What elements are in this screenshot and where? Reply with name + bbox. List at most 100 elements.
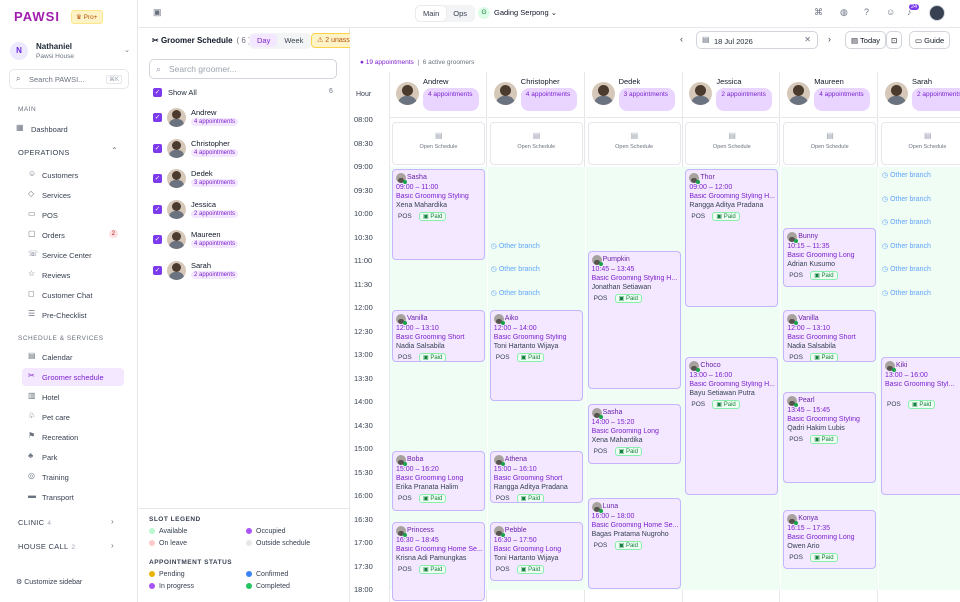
sidebar-item-hotel[interactable]: ▥ Hotel [22, 388, 124, 406]
groomer-column-header[interactable]: Christopher 4 appointments [487, 72, 585, 118]
sidebar-item-calendar[interactable]: ▤ Calendar [22, 348, 124, 366]
section-operations[interactable]: OPERATIONS [18, 148, 70, 157]
open-schedule-slot[interactable]: ▤ Open Schedule [392, 122, 485, 165]
branch-selector[interactable]: G Gading Serpong ⌄ [478, 7, 557, 19]
open-schedule-slot[interactable]: ▤ Open Schedule [587, 122, 681, 165]
sidebar-item-reviews[interactable]: ☆ Reviews [22, 266, 124, 284]
paid-badge: ▣ Paid [712, 212, 740, 221]
groomer-search-input[interactable]: ⌕ Search groomer... [149, 59, 337, 79]
chevron-up-icon[interactable]: ⌃ [111, 146, 118, 155]
sidebar-item-training[interactable]: ◎ Training [22, 468, 124, 486]
groomer-checkbox[interactable]: ✓ [153, 235, 162, 245]
help-icon[interactable]: ? [864, 7, 869, 17]
appointment-card[interactable]: Athena 15:00 – 16:10 Basic Grooming Short R… [489, 451, 583, 503]
sidebar-toggle-icon[interactable]: ▣ [153, 7, 162, 18]
section-house-call[interactable]: HOUSE CALL 2 [18, 542, 75, 551]
view-day[interactable]: Day [250, 34, 278, 47]
date-picker[interactable]: ▤ 18 Jul 2026 ✕ [696, 31, 818, 49]
sidebar-item-customers[interactable]: ☺ Customers [22, 166, 124, 184]
sidebar-item-dashboard[interactable]: ▦ Dashboard [10, 120, 124, 138]
appointment-card[interactable]: Konya 16:15 – 17:35 Basic Grooming Long Owe… [783, 509, 877, 570]
appointment-time: 10:45 – 13:45 [591, 266, 635, 274]
appointment-card[interactable]: Princess 16:30 – 18:45 Basic Grooming Home… [392, 521, 485, 601]
close-icon[interactable]: ✕ [804, 35, 811, 44]
appointment-card[interactable]: Boba 15:00 – 16:20 Basic Grooming Long Erik… [392, 451, 485, 511]
other-branch-label: Other branch [498, 242, 540, 250]
sidebar-item-pos[interactable]: ▭ POS [22, 206, 124, 224]
appointment-card[interactable]: Pumpkin 10:45 – 13:45 Basic Grooming Styli… [587, 251, 681, 390]
globe-icon[interactable]: ◍ [840, 7, 848, 18]
sidebar-search[interactable]: ⌕ Search PAWSI... ⌘K [9, 69, 129, 89]
screen-icon[interactable]: ⊡ [886, 31, 903, 49]
pawsi-logo[interactable]: PAWSI [14, 9, 60, 24]
appointment-card[interactable]: Vanilla 12:00 – 13:10 Basic Grooming Short… [392, 310, 485, 362]
sidebar-item-pet-care[interactable]: ♧ Pet care [22, 408, 124, 426]
open-schedule-label: Open Schedule [517, 144, 556, 150]
service-name: Basic Grooming Long [396, 475, 464, 482]
groomer-row[interactable]: ✓ Maureen 4 appointments [153, 229, 338, 251]
groomer-row[interactable]: ✓ Dedek 3 appointments [153, 168, 338, 190]
sidebar-item-services[interactable]: ◇ Services [22, 186, 124, 204]
groomer-row[interactable]: ✓ Jessica 2 appointments [153, 199, 338, 221]
groomer-column-header[interactable]: Dedek 3 appointments [585, 72, 683, 118]
section-clinic[interactable]: CLINIC 4 [18, 518, 51, 527]
groomer-row[interactable]: ✓ Sarah 2 appointments [153, 260, 338, 282]
open-schedule-slot[interactable]: ▤ Open Schedule [489, 122, 583, 165]
tab-main[interactable]: Main [416, 6, 447, 21]
profile-avatar[interactable] [929, 5, 945, 21]
users-icon[interactable]: ☺ [886, 7, 895, 17]
groomer-checkbox[interactable]: ✓ [153, 113, 162, 122]
chevron-right-icon[interactable]: › [111, 517, 114, 526]
appointment-card[interactable]: Sasha 09:00 – 11:00 Basic Grooming Styling… [392, 169, 485, 260]
groomer-column-header[interactable]: Sarah 2 appointments [879, 72, 960, 118]
sidebar-item-pre-checklist[interactable]: ☰ Pre-Checklist [22, 306, 124, 324]
groomer-checkbox[interactable]: ✓ [153, 174, 162, 184]
sidebar-item-orders[interactable]: ▢ Orders 2 [22, 226, 124, 244]
guide-button[interactable]: ▭ Guide [909, 31, 951, 49]
clock-icon: ◷ [882, 266, 891, 273]
chevron-right-icon[interactable]: › [111, 541, 114, 550]
groomer-column-header[interactable]: Andrew 4 appointments [390, 72, 487, 118]
groomer-column-header[interactable]: Jessica 2 appointments [683, 72, 781, 118]
prev-day-button[interactable]: ‹ [680, 34, 683, 44]
tab-ops[interactable]: Ops [446, 6, 474, 21]
open-schedule-slot[interactable]: ▤ Open Schedule [881, 122, 960, 165]
sidebar-item-park[interactable]: ♣ Park [22, 448, 124, 466]
customize-sidebar-button[interactable]: ⚙ Customize sidebar [16, 578, 82, 586]
appointment-card[interactable]: Sasha 14:00 – 15:20 Basic Grooming Long Xen… [587, 404, 681, 464]
view-week[interactable]: Week [277, 34, 310, 47]
hour-label: 10:30 [354, 232, 373, 242]
appointment-card[interactable]: Choco 13:00 – 16:00 Basic Grooming Styling… [685, 357, 779, 495]
sidebar-item-label: Customers [42, 171, 79, 180]
groomer-checkbox[interactable]: ✓ [153, 266, 162, 275]
appointment-card[interactable]: Kiki 13:00 – 16:00 Basic Grooming Styl... P… [881, 357, 960, 495]
sidebar-item-service-center[interactable]: ☏ Service Center [22, 246, 124, 264]
groomer-checkbox[interactable]: ✓ [153, 143, 162, 153]
appointment-card[interactable]: Vanilla 12:00 – 13:10 Basic Grooming Short… [783, 310, 877, 362]
command-icon[interactable]: ⌘ [814, 7, 823, 18]
groomer-row[interactable]: ✓ Christopher 4 appointments [153, 138, 338, 160]
appointment-card[interactable]: Bunny 10:15 – 11:35 Basic Grooming Long Adr… [783, 227, 877, 288]
appointment-card[interactable]: Aiko 12:00 – 14:00 Basic Grooming Styling T… [489, 310, 583, 401]
groomer-row[interactable]: ✓ Andrew 4 appointments [153, 107, 338, 129]
today-button[interactable]: ▤ Today [845, 31, 887, 49]
sidebar-item-groomer-schedule[interactable]: ✂ Groomer schedule [22, 368, 124, 386]
groomer-checkbox[interactable]: ✓ [153, 204, 162, 214]
hotel-icon: ▥ [28, 391, 36, 400]
appointment-card[interactable]: Luna 16:00 – 18:00 Basic Grooming Home Se.… [587, 498, 681, 589]
schedule-grid: ‹ ▤ 18 Jul 2026 ✕ › ▤ Today ⊡ ▭ Guide ● … [350, 28, 960, 602]
sidebar-item-customer-chat[interactable]: ◻ Customer Chat [22, 286, 124, 304]
next-day-button[interactable]: › [828, 34, 831, 44]
sidebar-item-recreation[interactable]: ⚑ Recreation [22, 428, 124, 446]
appointment-card[interactable]: Pebble 16:30 – 17:50 Basic Grooming Long To… [489, 521, 583, 582]
appointment-card[interactable]: Thor 09:00 – 12:00 Basic Grooming Styling … [685, 169, 779, 307]
show-all-checkbox[interactable]: ✓ [153, 88, 162, 97]
sidebar-item-transport[interactable]: ▬ Transport [22, 488, 124, 506]
groomer-column-header[interactable]: Maureen 4 appointments [781, 72, 879, 118]
groomer-avatar [787, 82, 811, 105]
user-switcher[interactable]: N Nathaniel Pawsi House ⌄ [10, 40, 130, 64]
open-schedule-slot[interactable]: ▤ Open Schedule [685, 122, 779, 165]
avatar-body [169, 149, 184, 158]
open-schedule-slot[interactable]: ▤ Open Schedule [783, 122, 877, 165]
appointment-card[interactable]: Pearl 13:45 – 15:45 Basic Grooming Styling… [783, 392, 877, 484]
